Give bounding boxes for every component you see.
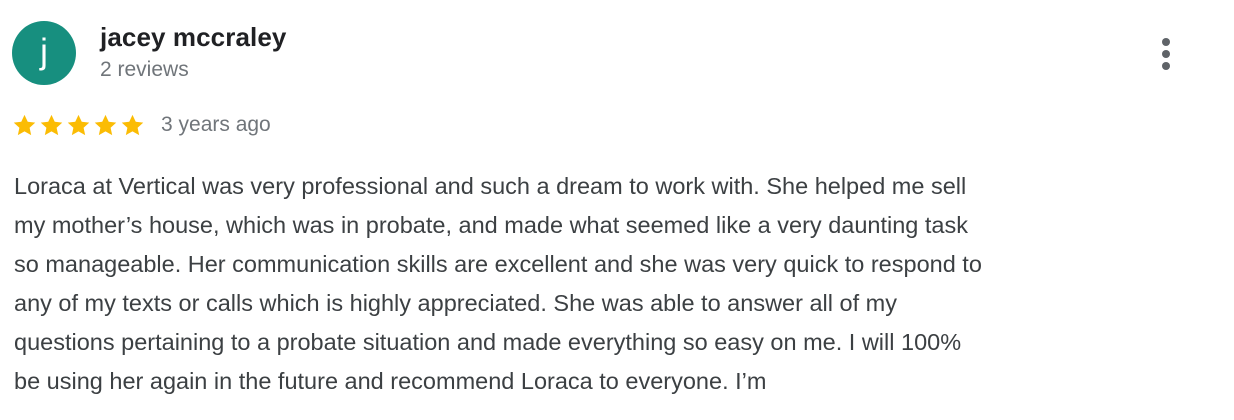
author-name[interactable]: jacey mccraley <box>100 22 286 53</box>
author-review-count[interactable]: 2 reviews <box>100 58 189 82</box>
star-icon <box>94 114 117 135</box>
more-options-button[interactable] <box>1146 34 1186 74</box>
review-card: j jacey mccraley 2 reviews 3 years ago L… <box>0 0 1234 420</box>
avatar[interactable]: j <box>12 21 76 85</box>
star-rating <box>12 113 145 138</box>
star-icon <box>40 114 63 135</box>
review-date: 3 years ago <box>161 113 271 136</box>
star-icon <box>13 114 36 135</box>
star-icon <box>67 114 90 135</box>
more-vert-icon <box>1162 38 1170 70</box>
avatar-initial: j <box>40 31 48 71</box>
star-icon <box>121 114 144 135</box>
review-text: Loraca at Vertical was very professional… <box>14 173 982 394</box>
rating-row: 3 years ago <box>12 110 271 140</box>
